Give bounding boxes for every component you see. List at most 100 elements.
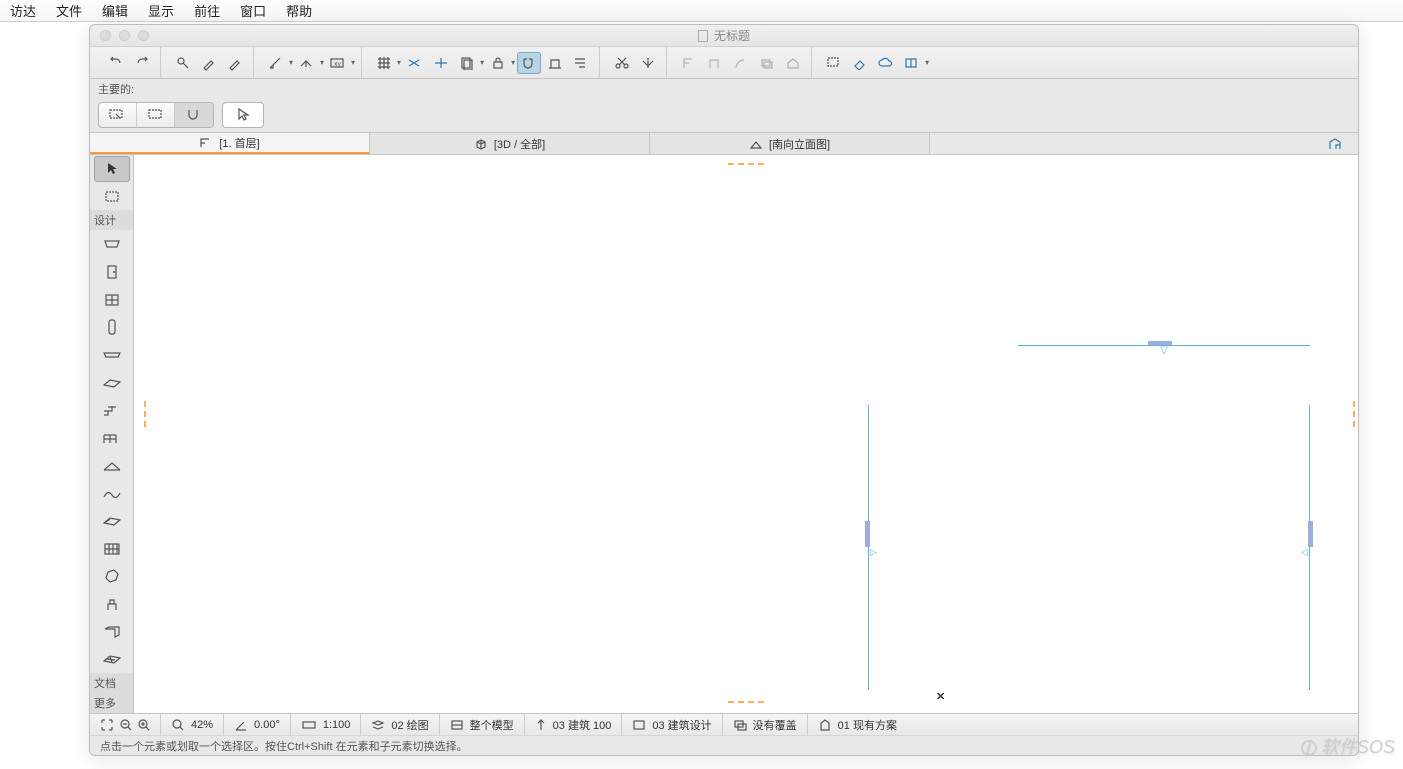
- menu-window[interactable]: 窗口: [240, 1, 266, 20]
- scale-value[interactable]: 1:100: [291, 714, 362, 735]
- tab-elevation[interactable]: [南向立面图]: [650, 133, 930, 154]
- eyedropper1-button[interactable]: [197, 52, 221, 74]
- object-tool[interactable]: [94, 591, 130, 617]
- tab-3d[interactable]: [3D / 全部]: [370, 133, 650, 154]
- hint-text: 点击一个元素或划取一个选择区。按住Ctrl+Shift 在元素和子元素切换选择。: [100, 741, 468, 753]
- trace-button[interactable]: [543, 52, 567, 74]
- magnet-active-button[interactable]: [517, 52, 541, 74]
- skylight-tool[interactable]: [94, 508, 130, 534]
- morph-tool[interactable]: [94, 563, 130, 589]
- angle-text: 0.00°: [254, 719, 280, 731]
- eraser-button[interactable]: [848, 52, 872, 74]
- wall-button[interactable]: [677, 52, 701, 74]
- menu-view[interactable]: 显示: [148, 1, 174, 20]
- override-text: 没有覆盖: [753, 717, 797, 733]
- shell-tool[interactable]: [94, 480, 130, 506]
- override-value[interactable]: 没有覆盖: [723, 714, 808, 735]
- plan-value[interactable]: 01 现有方案: [808, 714, 907, 735]
- selmode-magnet-button[interactable]: [175, 103, 213, 127]
- home-button[interactable]: [781, 52, 805, 74]
- selmode-partial-button[interactable]: [99, 103, 137, 127]
- zoom-value[interactable]: 42%: [161, 714, 224, 735]
- chevron-down-icon[interactable]: ▾: [351, 58, 355, 67]
- cut-button[interactable]: [610, 52, 634, 74]
- chevron-down-icon[interactable]: ▾: [289, 58, 293, 67]
- menu-help[interactable]: 帮助: [286, 1, 312, 20]
- corner-button[interactable]: [703, 52, 727, 74]
- guide-marker-v2: [1308, 521, 1313, 547]
- tab-bar: [1. 首层] [3D / 全部] [南向立面图]: [90, 133, 1358, 155]
- arch-value[interactable]: 03 建筑 100: [525, 714, 623, 735]
- redo-button[interactable]: [130, 52, 154, 74]
- window-tool[interactable]: [94, 287, 130, 313]
- close-button[interactable]: [100, 30, 111, 41]
- chevron-down-icon[interactable]: ▾: [480, 58, 484, 67]
- canvas[interactable]: ▽ ▷ ◁ ✕: [134, 155, 1358, 713]
- marquee-tool[interactable]: [94, 184, 130, 210]
- ruler-button[interactable]: [264, 52, 288, 74]
- main-toolbar: ▾ ▾ xy▾ ▾ ▾ ▾ ▾: [90, 47, 1358, 79]
- curtain-wall-tool[interactable]: [94, 536, 130, 562]
- angle-icon: [234, 718, 248, 732]
- arrow-tool-button[interactable]: [222, 102, 264, 128]
- lock-button[interactable]: [486, 52, 510, 74]
- chevron-down-icon[interactable]: ▾: [397, 58, 401, 67]
- zoom-controls[interactable]: [90, 714, 161, 735]
- roof-tool[interactable]: [94, 453, 130, 479]
- menu-go[interactable]: 前往: [194, 1, 220, 20]
- coord-button[interactable]: xy: [326, 52, 350, 74]
- zoom-text: 42%: [191, 719, 213, 731]
- undo-button[interactable]: [104, 52, 128, 74]
- design-value[interactable]: 03 建筑设计: [622, 714, 722, 735]
- cursor-crosshair: ✕: [936, 690, 945, 703]
- railing-tool[interactable]: [94, 425, 130, 451]
- tab-overflow[interactable]: [1328, 133, 1358, 154]
- align-button[interactable]: [569, 52, 593, 74]
- tab-floor-plan[interactable]: [1. 首层]: [90, 133, 370, 154]
- stair-tool[interactable]: [94, 397, 130, 423]
- main-area: 设计 文档 更多 ▽: [90, 155, 1358, 713]
- zone-tool[interactable]: [94, 619, 130, 645]
- plan-text: 01 现有方案: [838, 717, 897, 733]
- select-group-button[interactable]: [822, 52, 846, 74]
- mesh-tool[interactable]: [94, 646, 130, 672]
- status-bar: 42% 0.00° 1:100 02 绘图 整个模型 03 建筑 100 03 …: [90, 713, 1358, 735]
- minimize-button[interactable]: [119, 30, 130, 41]
- angle-value[interactable]: 0.00°: [224, 714, 291, 735]
- arch-text: 03 建筑 100: [553, 717, 612, 733]
- zoom-icon: [171, 718, 185, 732]
- layer-value[interactable]: 02 绘图: [361, 714, 439, 735]
- zoom-button[interactable]: [138, 30, 149, 41]
- pick-button[interactable]: [171, 52, 195, 74]
- arc-button[interactable]: [729, 52, 753, 74]
- offset-button[interactable]: [755, 52, 779, 74]
- hint-bar: 点击一个元素或划取一个选择区。按住Ctrl+Shift 在元素和子元素切换选择。: [90, 735, 1358, 755]
- chevron-down-icon[interactable]: ▾: [925, 58, 929, 67]
- menu-edit[interactable]: 编辑: [102, 1, 128, 20]
- trim-button[interactable]: [636, 52, 660, 74]
- column-tool[interactable]: [94, 314, 130, 340]
- selmode-rect-button[interactable]: [137, 103, 175, 127]
- menu-file[interactable]: 文件: [56, 1, 82, 20]
- measure-button[interactable]: [295, 52, 319, 74]
- slab-tool[interactable]: [94, 370, 130, 396]
- layer-icon: [371, 719, 385, 731]
- arrow-tool[interactable]: [94, 156, 130, 182]
- wall-tool[interactable]: [94, 231, 130, 257]
- grid-button[interactable]: [372, 52, 396, 74]
- cloud-button[interactable]: [874, 52, 898, 74]
- model-value[interactable]: 整个模型: [440, 714, 525, 735]
- eyedropper2-button[interactable]: [223, 52, 247, 74]
- book-button[interactable]: [900, 52, 924, 74]
- chevron-down-icon[interactable]: ▾: [320, 58, 324, 67]
- snap1-button[interactable]: [403, 52, 427, 74]
- menu-app[interactable]: 访达: [10, 1, 36, 20]
- door-tool[interactable]: [94, 259, 130, 285]
- chevron-down-icon[interactable]: ▾: [511, 58, 515, 67]
- page-button[interactable]: [455, 52, 479, 74]
- tab-label: [南向立面图]: [769, 136, 830, 152]
- dash-marker-bottom: [728, 701, 764, 703]
- guide-triangle-h: ▽: [1160, 345, 1168, 356]
- beam-tool[interactable]: [94, 342, 130, 368]
- snap2-button[interactable]: [429, 52, 453, 74]
